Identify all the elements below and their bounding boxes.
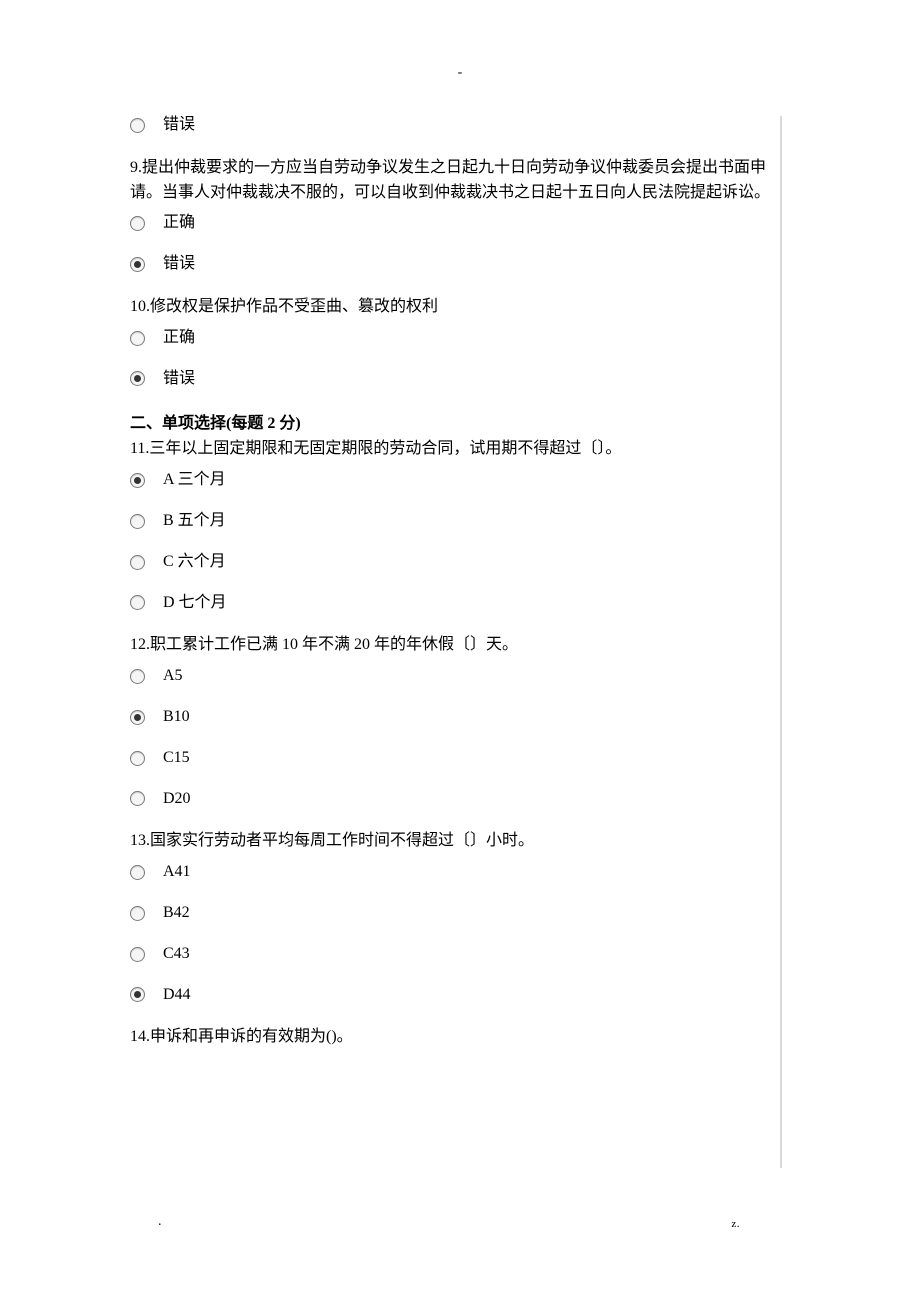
- option-label: D44: [163, 985, 191, 1006]
- option-label: A5: [163, 666, 183, 687]
- radio-unselected-icon: [130, 669, 145, 684]
- q10-option-true[interactable]: 正确: [130, 328, 790, 349]
- q11-option-c[interactable]: C 六个月: [130, 552, 790, 573]
- option-label: 错误: [163, 369, 195, 390]
- option-label: D20: [163, 789, 191, 810]
- radio-unselected-icon: [130, 118, 145, 133]
- q11-text: 11.三年以上固定期限和无固定期限的劳动合同，试用期不得超过〔〕。: [130, 437, 790, 462]
- radio-selected-icon: [130, 710, 145, 725]
- q8-option-false[interactable]: 错误: [130, 115, 790, 136]
- radio-unselected-icon: [130, 514, 145, 529]
- option-label: A 三个月: [163, 470, 226, 491]
- option-label: C43: [163, 944, 190, 965]
- option-label: C 六个月: [163, 552, 226, 573]
- q12-option-a[interactable]: A5: [130, 666, 790, 687]
- footer-dot: .: [158, 1214, 162, 1230]
- q13-option-d[interactable]: D44: [130, 985, 790, 1006]
- q9-text: 9.提出仲裁要求的一方应当自劳动争议发生之日起九十日向劳动争议仲裁委员会提出书面…: [130, 156, 790, 206]
- q11-option-d[interactable]: D 七个月: [130, 593, 790, 614]
- option-label: 正确: [163, 328, 195, 349]
- radio-selected-icon: [130, 371, 145, 386]
- q14-text: 14.申诉和再申诉的有效期为()。: [130, 1025, 790, 1050]
- radio-unselected-icon: [130, 216, 145, 231]
- content-area: 错误 9.提出仲裁要求的一方应当自劳动争议发生之日起九十日向劳动争议仲裁委员会提…: [130, 115, 790, 1050]
- radio-unselected-icon: [130, 331, 145, 346]
- q9-option-false[interactable]: 错误: [130, 254, 790, 275]
- radio-unselected-icon: [130, 947, 145, 962]
- q12-option-c[interactable]: C15: [130, 748, 790, 769]
- option-label: 错误: [163, 115, 195, 136]
- radio-selected-icon: [130, 987, 145, 1002]
- radio-unselected-icon: [130, 555, 145, 570]
- option-label: B10: [163, 707, 190, 728]
- radio-unselected-icon: [130, 751, 145, 766]
- option-label: D 七个月: [163, 593, 227, 614]
- q11-option-a[interactable]: A 三个月: [130, 470, 790, 491]
- q10-text: 10.修改权是保护作品不受歪曲、篡改的权利: [130, 295, 790, 320]
- q10-option-false[interactable]: 错误: [130, 369, 790, 390]
- q13-option-a[interactable]: A41: [130, 862, 790, 883]
- radio-unselected-icon: [130, 595, 145, 610]
- section-2-heading: 二、单项选择(每题 2 分): [130, 409, 790, 433]
- radio-selected-icon: [130, 473, 145, 488]
- option-label: B 五个月: [163, 511, 226, 532]
- q9-option-true[interactable]: 正确: [130, 213, 790, 234]
- q12-option-d[interactable]: D20: [130, 789, 790, 810]
- option-label: 正确: [163, 213, 195, 234]
- q12-text: 12.职工累计工作已满 10 年不满 20 年的年休假〔〕天。: [130, 633, 790, 658]
- option-label: B42: [163, 903, 190, 924]
- page-top-mark: -: [458, 65, 463, 81]
- radio-unselected-icon: [130, 791, 145, 806]
- footer-z: z.: [731, 1218, 740, 1230]
- q11-option-b[interactable]: B 五个月: [130, 511, 790, 532]
- q13-text: 13.国家实行劳动者平均每周工作时间不得超过〔〕小时。: [130, 829, 790, 854]
- q13-option-c[interactable]: C43: [130, 944, 790, 965]
- radio-unselected-icon: [130, 865, 145, 880]
- radio-selected-icon: [130, 257, 145, 272]
- radio-unselected-icon: [130, 906, 145, 921]
- right-margin-rule: [780, 116, 782, 1168]
- q12-option-b[interactable]: B10: [130, 707, 790, 728]
- option-label: 错误: [163, 254, 195, 275]
- q13-option-b[interactable]: B42: [130, 903, 790, 924]
- option-label: C15: [163, 748, 190, 769]
- option-label: A41: [163, 862, 191, 883]
